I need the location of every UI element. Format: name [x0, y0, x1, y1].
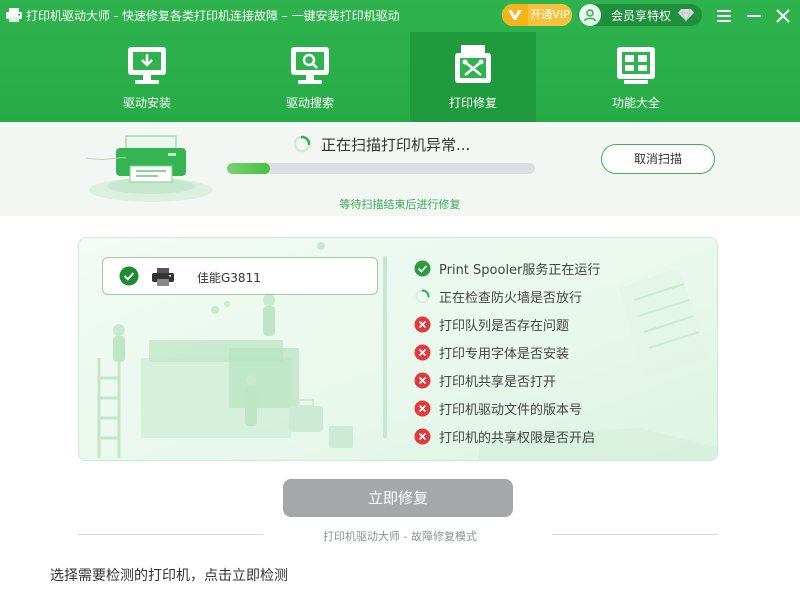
- download-monitor-icon: [128, 47, 166, 84]
- loading-spinner-icon: [415, 289, 430, 303]
- scan-progress-fill: [227, 163, 271, 174]
- printer-name: 佳能G3811: [197, 271, 261, 285]
- printer-list-item[interactable]: 佳能G3811: [102, 257, 378, 295]
- main-nav: 驱动安装 驱动搜索 打印修复 功能大全: [40, 32, 740, 122]
- tab-printer-repair[interactable]: 打印修复: [410, 32, 536, 122]
- window-title: 打印机驱动大师 - 快速修复各类打印机连接故障 – 一键安装打印机驱动: [26, 9, 400, 23]
- title-bar[interactable]: 打印机驱动大师 - 快速修复各类打印机连接故障 – 一键安装打印机驱动 开通VI…: [0, 0, 800, 32]
- diamond-icon: [678, 8, 695, 22]
- error-x-icon: [414, 372, 431, 388]
- ok-check-icon: [414, 260, 431, 276]
- minimize-icon[interactable]: [744, 6, 764, 26]
- tab-features[interactable]: 功能大全: [573, 32, 699, 122]
- tab-label: 功能大全: [611, 96, 660, 110]
- repair-tools-icon: [455, 45, 491, 83]
- error-x-icon: [414, 428, 431, 444]
- check-item-share-permission: 打印机的共享权限是否开启: [414, 426, 595, 446]
- check-circle-icon: [119, 266, 139, 286]
- tab-label: 打印修复: [448, 96, 497, 110]
- vip-icon: [502, 4, 528, 26]
- open-vip-button[interactable]: 开通VIP: [502, 4, 572, 26]
- close-icon[interactable]: [773, 6, 793, 26]
- member-label: 会员享特权: [611, 8, 672, 23]
- check-item-sharing: 打印机共享是否打开: [414, 370, 556, 390]
- printer-icon: [152, 268, 174, 286]
- repair-now-button[interactable]: 立即修复: [283, 479, 513, 517]
- check-item-queue: 打印队列是否存在问题: [414, 314, 569, 334]
- scanning-spinner-icon: [293, 135, 311, 153]
- tab-driver-install[interactable]: 驱动安装: [84, 32, 210, 122]
- menu-icon[interactable]: [714, 6, 734, 26]
- apps-grid-icon: [617, 47, 655, 84]
- check-item-spooler: Print Spooler服务正在运行: [414, 258, 600, 278]
- member-privilege-button[interactable]: 会员享特权: [578, 4, 702, 26]
- scan-status-text: 正在扫描打印机异常...: [321, 136, 471, 154]
- tab-label: 驱动安装: [122, 96, 171, 110]
- error-x-icon: [414, 344, 431, 360]
- avatar-icon: [579, 4, 601, 26]
- footer-caption: 打印机驱动大师 - 故障修复模式: [323, 530, 477, 543]
- scan-progress-bar: [227, 163, 535, 174]
- printer-logo-icon: [6, 8, 22, 22]
- vip-label: 开通VIP: [528, 4, 572, 26]
- list-scrollbar[interactable]: [383, 256, 387, 438]
- check-item-driver-version: 打印机驱动文件的版本号: [414, 398, 582, 418]
- app-header: 打印机驱动大师 - 快速修复各类打印机连接故障 – 一键安装打印机驱动 开通VI…: [0, 0, 800, 122]
- scanning-printer-illustration: [86, 135, 213, 202]
- check-item-firewall: 正在检查防火墙是否放行: [414, 286, 582, 306]
- search-monitor-icon: [291, 47, 329, 84]
- instruction-hint: 选择需要检测的打印机，点击立即检测: [50, 568, 288, 584]
- check-item-fonts: 打印专用字体是否安装: [414, 342, 569, 362]
- wait-note: 等待扫描结束后进行修复: [339, 198, 461, 211]
- tab-driver-search[interactable]: 驱动搜索: [247, 32, 373, 122]
- error-x-icon: [414, 316, 431, 332]
- tab-label: 驱动搜索: [285, 96, 334, 110]
- cancel-scan-button[interactable]: 取消扫描: [601, 144, 715, 174]
- error-x-icon: [414, 400, 431, 416]
